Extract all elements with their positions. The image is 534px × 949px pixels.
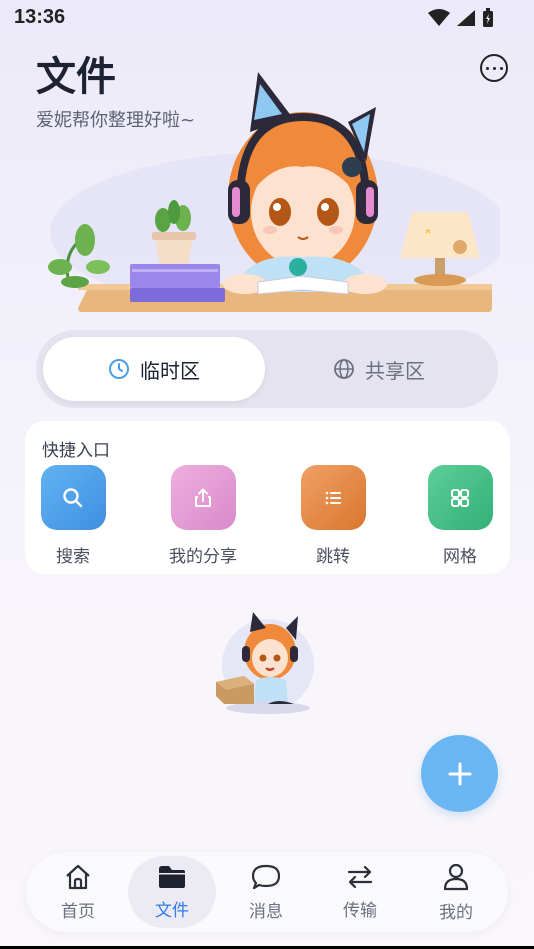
nav-files[interactable]: 文件 [128,856,216,928]
quick-jump-button[interactable]: 跳转 [278,465,388,567]
nav-profile[interactable]: 我的 [412,856,500,928]
chat-icon [251,864,281,889]
nav-messages[interactable]: 消息 [222,856,310,928]
quick-grid-label: 网格 [443,547,477,567]
signal-icon [457,10,475,26]
search-icon [63,487,83,507]
quick-entry-title: 快捷入口 [42,441,110,461]
clock-icon [109,359,129,379]
add-button[interactable] [421,735,498,812]
quick-jump-label: 跳转 [316,547,350,567]
plus-icon [448,762,471,785]
status-icons [428,8,494,28]
empty-state-illustration [216,612,314,714]
nav-home[interactable]: 首页 [34,856,122,928]
tab-shared-zone[interactable]: 共享区 [268,337,490,401]
share-icon [195,488,211,507]
nav-home-label: 首页 [61,901,95,922]
jump-tile [300,465,366,530]
nav-transfer-label: 传输 [343,900,377,921]
share-tile [170,465,236,530]
nav-messages-label: 消息 [249,901,283,922]
globe-icon [334,359,354,379]
home-icon [66,864,90,889]
status-bar: 13:36 [0,0,534,36]
quick-grid-button[interactable]: 网格 [405,465,515,567]
zone-switch: 临时区 共享区 [36,330,498,408]
status-time: 13:36 [14,6,66,28]
list-icon [325,491,341,504]
nav-profile-label: 我的 [439,902,473,923]
hero-illustration [48,72,500,312]
quick-my-share-button[interactable]: 我的分享 [148,465,258,567]
tab-temp-zone[interactable]: 临时区 [43,337,265,401]
folder-icon [159,865,185,888]
quick-my-share-label: 我的分享 [169,547,237,567]
wifi-icon [428,9,450,26]
bottom-nav: 首页 文件 消息 传输 我的 [26,852,508,932]
transfer-icon [347,865,373,888]
tab-temp-zone-label: 临时区 [140,358,200,383]
quick-search-button[interactable]: 搜索 [18,465,128,567]
nav-files-label: 文件 [155,900,189,921]
nav-transfer[interactable]: 传输 [316,856,404,928]
search-tile [40,465,106,530]
user-icon [443,863,469,890]
battery-icon [483,8,493,27]
grid-icon [451,488,469,507]
quick-search-label: 搜索 [56,547,90,567]
quick-entry-card: 快捷入口 搜索 我的分享 跳转 网格 [25,421,510,574]
grid-tile [427,465,493,530]
tab-shared-zone-label: 共享区 [365,358,425,383]
